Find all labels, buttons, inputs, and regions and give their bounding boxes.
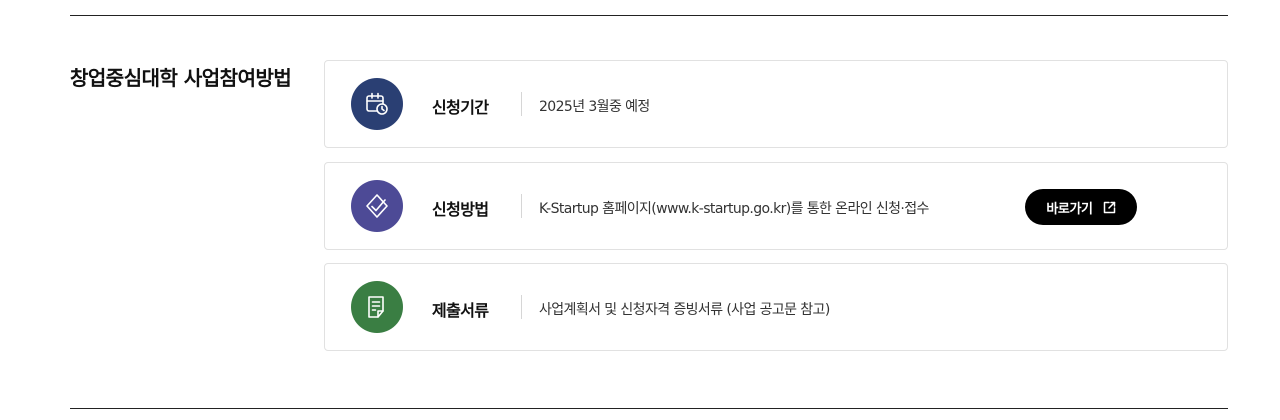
label-divider (521, 295, 522, 319)
step-label-method: 신청방법 (432, 200, 489, 219)
step-card-documents: 제출서류 사업계획서 및 신청자격 증빙서류 (사업 공고문 참고) (324, 263, 1228, 351)
step-description-documents: 사업계획서 및 신청자격 증빙서류 (사업 공고문 참고) (539, 302, 830, 318)
shortcut-button[interactable]: 바로가기 (1025, 189, 1137, 225)
page: 창업중심대학 사업참여방법 신청기간 2025년 3월중 예정 신청방법 K-S… (0, 0, 1280, 420)
calendar-clock-icon (351, 78, 403, 130)
step-description-method: K-Startup 홈페이지(www.k-startup.go.kr)를 통한 … (539, 201, 929, 217)
document-icon (351, 281, 403, 333)
section-title: 창업중심대학 사업참여방법 (70, 66, 292, 90)
top-divider (70, 15, 1228, 16)
bottom-divider (70, 408, 1228, 409)
label-divider (521, 194, 522, 218)
shortcut-button-label: 바로가기 (1046, 201, 1093, 217)
step-card-method: 신청방법 K-Startup 홈페이지(www.k-startup.go.kr)… (324, 162, 1228, 250)
step-description-period: 2025년 3월중 예정 (539, 99, 650, 115)
label-divider (521, 92, 522, 116)
external-link-icon (1103, 201, 1116, 214)
step-card-period: 신청기간 2025년 3월중 예정 (324, 60, 1228, 148)
check-badge-icon (351, 180, 403, 232)
step-label-documents: 제출서류 (432, 301, 489, 320)
step-label-period: 신청기간 (432, 98, 489, 117)
